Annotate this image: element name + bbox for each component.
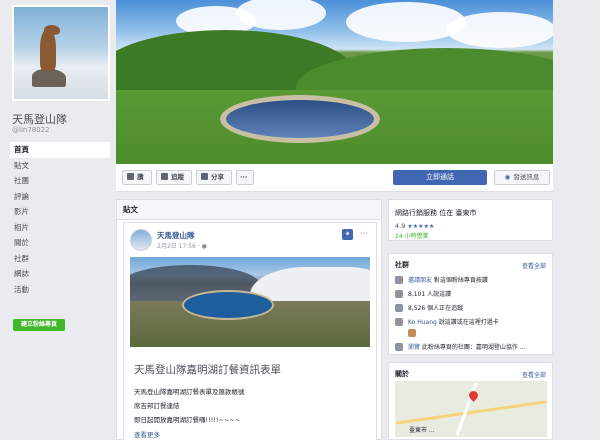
post-timestamp[interactable]: 2月2日 17:56 · ● (157, 241, 207, 250)
like-icon (395, 290, 403, 298)
community-row-text: 此粉絲專頁的社團：嘉明湖登山協作 ... (420, 344, 526, 351)
browse-link[interactable]: 瀏覽 (408, 344, 420, 351)
messenger-icon: ◉ (504, 173, 511, 181)
follow-icon (395, 304, 403, 312)
profile-dinosaur-head (44, 25, 60, 35)
page-name[interactable]: 天馬登山隊 (12, 111, 67, 127)
share-label: 分享 (211, 173, 224, 181)
post-text-line: 席吉邦訂餐連結 (134, 402, 180, 410)
post-image[interactable] (130, 257, 370, 347)
nav-item-home[interactable]: 首頁 (10, 142, 110, 158)
profile-picture[interactable] (12, 5, 110, 101)
image-lake (182, 290, 274, 320)
followers-count: 8,526 個人正在追蹤 (408, 305, 464, 312)
share-button[interactable]: 分享 (196, 170, 232, 185)
profile-dinosaur (40, 29, 56, 71)
profile-rock (32, 69, 66, 87)
page-rating[interactable]: 4.9 ★★★★★ (395, 222, 434, 230)
globe-icon: ● (201, 243, 207, 250)
nav-item-community[interactable]: 社群 (10, 251, 110, 267)
thumbs-up-icon (127, 173, 134, 180)
community-row: 瀏覽 此粉絲專頁的社團：嘉明湖登山協作 ... (395, 342, 550, 354)
left-sidebar: 天馬登山隊 @lin78022 首頁 貼文 社團 評論 影片 相片 關於 社群 … (0, 0, 116, 440)
community-row (395, 329, 550, 341)
likes-count: 8,101 人說這讚 (408, 291, 452, 298)
page-handle[interactable]: @lin78022 (12, 126, 50, 134)
nav-item-photos[interactable]: 相片 (10, 220, 110, 236)
rss-icon (161, 173, 168, 180)
about-card: 關於 查看全部 臺東市 ... (388, 362, 553, 440)
send-message-button[interactable]: ◉ 發送訊息 (494, 170, 550, 185)
community-card: 社群 查看全部 邀請朋友 對這個粉絲專頁按讚 8,101 人說這讚 8,526 … (388, 253, 553, 355)
cloud (346, 2, 466, 42)
create-page-button[interactable]: 建立粉絲專頁 (13, 319, 65, 331)
star-icons: ★★★★★ (407, 223, 435, 230)
see-more-link[interactable]: 查看更多 (134, 429, 160, 439)
lake (226, 100, 374, 138)
community-row: Ko Huang 說這讚或在這裡打過卡 (395, 317, 550, 329)
user-icon (395, 318, 403, 326)
nav-item-posts[interactable]: 貼文 (10, 158, 110, 174)
community-row: 8,526 個人正在追蹤 (395, 303, 550, 315)
rating-value: 4.9 (395, 222, 406, 230)
community-title: 社群 (395, 261, 409, 269)
invite-icon (395, 276, 403, 284)
send-message-label: 發送訊息 (513, 173, 540, 181)
map-address: 臺東市 ... (409, 427, 435, 434)
nav-item-videos[interactable]: 影片 (10, 204, 110, 220)
post-author[interactable]: 天馬登山隊 (157, 230, 195, 241)
nav-item-events[interactable]: 活動 (10, 282, 110, 298)
pinned-post: 天馬登山隊 2月2日 17:56 · ● ✦ ··· 天馬登山隊嘉明湖訂餐資訊表… (123, 222, 377, 440)
cloud (446, 12, 553, 48)
nav-item-reviews[interactable]: 評論 (10, 189, 110, 205)
post-text-line: 天馬登山隊嘉明湖訂餐表單及匯款帳號 (134, 388, 245, 396)
page-nav: 首頁 貼文 社團 評論 影片 相片 關於 社群 網誌 活動 (10, 142, 110, 297)
page-actions-bar: 讚 追蹤 分享 ··· 立即通話 ◉ 發送訊息 (116, 164, 553, 192)
page-info-card: 網路行銷服務 位在 臺東市 4.9 ★★★★★ 24 小時營業 (388, 199, 553, 241)
map-road (395, 400, 547, 425)
share-icon (201, 173, 208, 180)
nav-item-groups[interactable]: 社團 (10, 173, 110, 189)
call-now-button[interactable]: 立即通話 (393, 170, 487, 185)
community-row: 8,101 人說這讚 (395, 289, 550, 301)
community-row: 邀請朋友 對這個粉絲專頁按讚 (395, 275, 550, 287)
pin-icon: ✦ (342, 229, 353, 240)
posts-section: 貼文 天馬登山隊 2月2日 17:56 · ● ✦ ··· 天馬登山隊嘉明湖訂餐… (116, 199, 382, 440)
community-row-text: 說這讚或在這裡打過卡 (436, 319, 499, 326)
nav-item-notes[interactable]: 網誌 (10, 266, 110, 282)
invite-friends-link[interactable]: 邀請朋友 (408, 277, 432, 284)
like-button[interactable]: 讚 (122, 170, 152, 185)
post-date-text: 2月2日 17:56 · (157, 243, 202, 250)
post-options-icon[interactable]: ··· (360, 229, 368, 238)
post-author-avatar[interactable] (130, 229, 152, 251)
friend-link[interactable]: Ko Huang (408, 319, 437, 326)
follow-label: 追蹤 (171, 173, 184, 181)
community-row-text: 對這個粉絲專頁按讚 (432, 277, 488, 284)
location-map[interactable]: 臺東市 ... (395, 381, 547, 437)
post-title[interactable]: 天馬登山隊嘉明湖訂餐資訊表單 (134, 362, 281, 377)
like-label: 讚 (137, 173, 144, 181)
open-hours: 24 小時營業 (395, 233, 429, 240)
community-see-all[interactable]: 查看全部 (522, 261, 546, 270)
post-text-line: 即日起開放嘉明湖訂餐囉!!!!!~~~~ (134, 416, 241, 424)
posts-header: 貼文 (117, 200, 381, 220)
info-icon (395, 343, 403, 351)
about-title: 關於 (395, 370, 409, 378)
page-category[interactable]: 網路行銷服務 位在 臺東市 (395, 208, 476, 218)
follow-button[interactable]: 追蹤 (156, 170, 192, 185)
more-button[interactable]: ··· (236, 170, 254, 185)
friends-icon (408, 329, 416, 337)
about-see-all[interactable]: 查看全部 (522, 370, 546, 379)
cover-photo[interactable] (116, 0, 553, 164)
nav-item-about[interactable]: 關於 (10, 235, 110, 251)
